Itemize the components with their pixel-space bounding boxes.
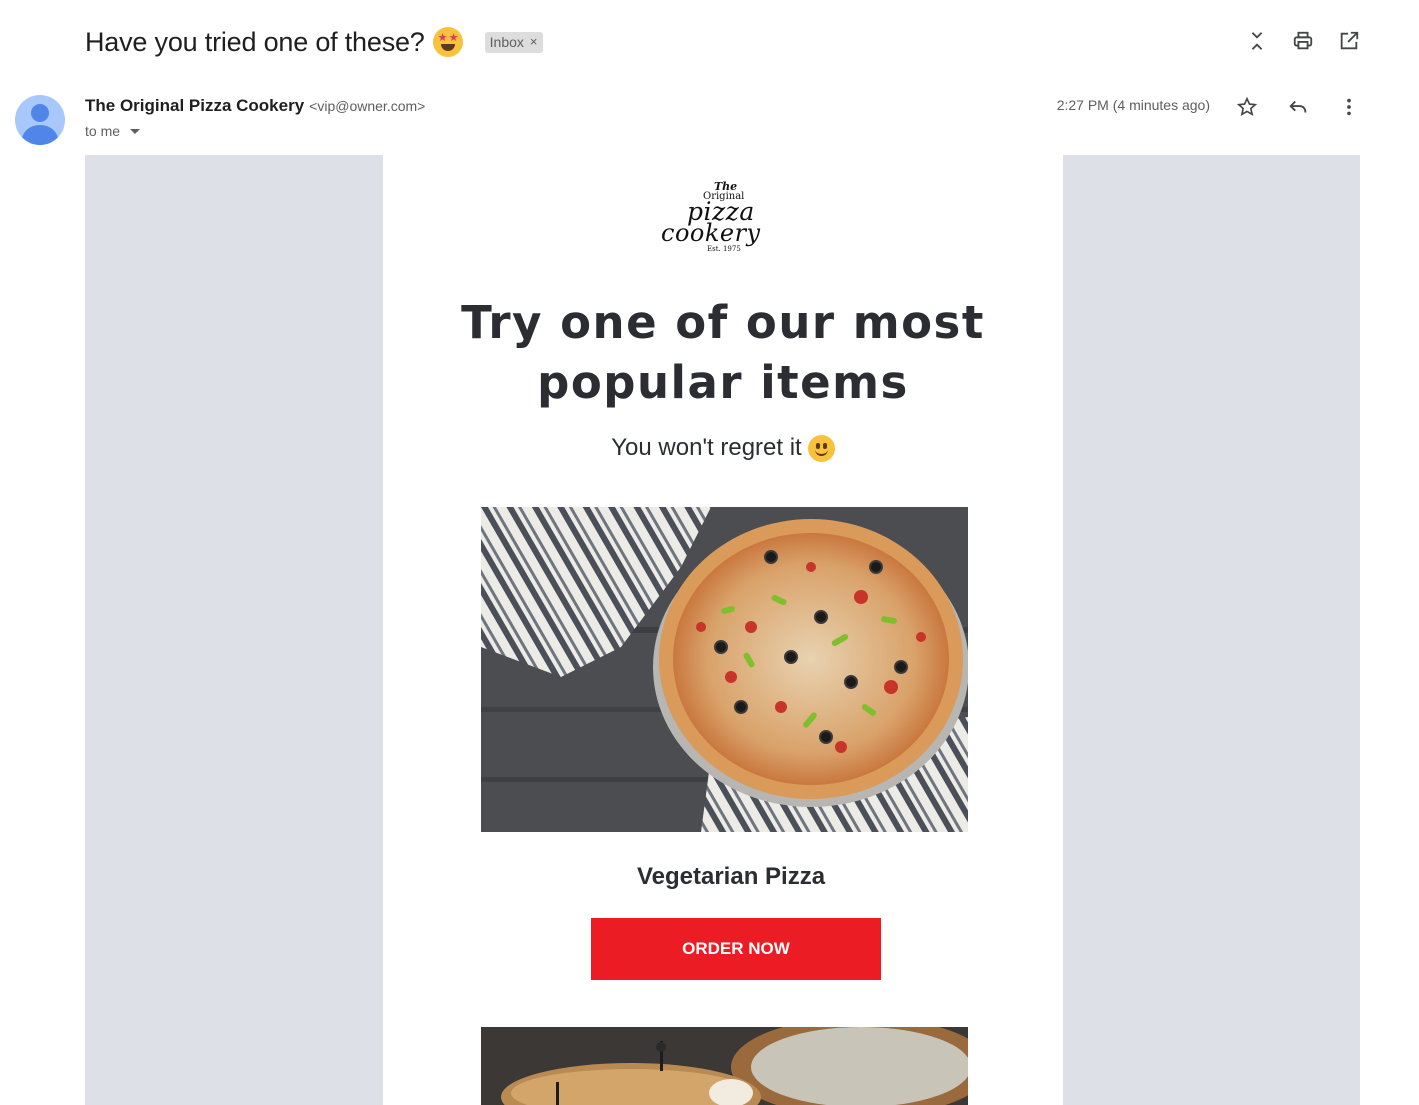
sender-email: <vip@owner.com>: [309, 98, 426, 114]
message-actions: [1235, 94, 1361, 120]
featured-item-name: Vegetarian Pizza: [636, 863, 826, 890]
newsletter-headline: Try one of our most popular items: [383, 293, 1063, 413]
star-icon[interactable]: [1235, 94, 1259, 120]
headline-line-1: Try one of our most: [461, 296, 985, 349]
subject-row: Have you tried one of these? ★ ★ Inbox ×: [85, 24, 544, 60]
print-icon[interactable]: [1291, 28, 1315, 54]
email-left-gutter: [85, 155, 383, 1105]
subline-text: You won't regret it: [611, 434, 802, 461]
pizza-cookery-logo[interactable]: The Original pizza cookery Est. 1975: [659, 177, 785, 257]
more-options-icon[interactable]: [1337, 94, 1361, 120]
logo-established: Est. 1975: [707, 245, 741, 253]
collapse-all-icon[interactable]: [1245, 28, 1269, 54]
email-timestamp: 2:27 PM (4 minutes ago): [1056, 97, 1210, 113]
reply-icon[interactable]: [1286, 94, 1310, 120]
remove-label-icon[interactable]: ×: [530, 34, 538, 49]
inbox-label-chip[interactable]: Inbox ×: [484, 31, 544, 53]
vegetarian-pizza-photo[interactable]: [481, 507, 968, 832]
open-in-new-window-icon[interactable]: [1337, 28, 1361, 54]
sender-name[interactable]: The Original Pizza Cookery: [85, 96, 304, 116]
newsletter-subline: You won't regret it: [383, 434, 1063, 462]
email-right-gutter: [1063, 155, 1360, 1105]
logo-cookery: cookery: [661, 219, 761, 247]
smiling-face-emoji-icon: [807, 434, 835, 462]
newsletter-content: The Original pizza cookery Est. 1975 Try…: [383, 155, 1063, 1105]
inbox-label-text: Inbox: [489, 33, 524, 50]
chevron-down-icon[interactable]: [130, 128, 141, 134]
star-struck-emoji-icon: ★ ★: [432, 27, 463, 57]
recipient-details[interactable]: to me: [85, 123, 141, 139]
sender-info: The Original Pizza Cookery <vip@owner.co…: [85, 96, 425, 116]
sandwich-photo[interactable]: [481, 1027, 968, 1105]
headline-line-2: popular items: [537, 356, 909, 409]
thread-toolbar: [1245, 28, 1361, 54]
order-now-button[interactable]: ORDER NOW: [591, 918, 881, 980]
recipient-label: to me: [85, 123, 121, 139]
sender-avatar[interactable]: [15, 95, 65, 145]
email-subject: Have you tried one of these?: [85, 26, 425, 57]
